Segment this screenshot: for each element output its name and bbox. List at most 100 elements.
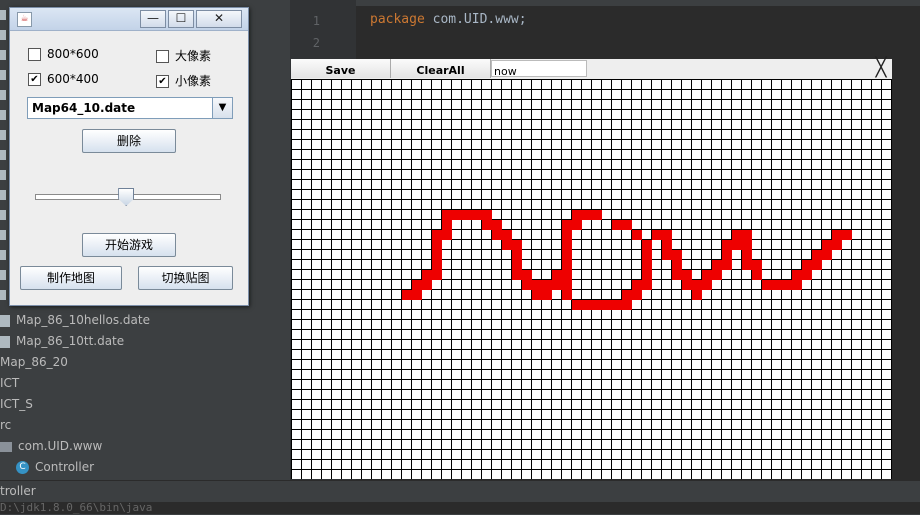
filled-cell[interactable] bbox=[562, 220, 572, 230]
filled-cell[interactable] bbox=[642, 240, 652, 250]
filled-cell[interactable] bbox=[472, 210, 482, 220]
filled-cell[interactable] bbox=[632, 280, 642, 290]
filled-cell[interactable] bbox=[742, 260, 752, 270]
filled-cell[interactable] bbox=[702, 270, 712, 280]
filled-cell[interactable] bbox=[662, 250, 672, 260]
filled-cell[interactable] bbox=[552, 270, 562, 280]
filled-cell[interactable] bbox=[562, 280, 572, 290]
filled-cell[interactable] bbox=[802, 270, 812, 280]
filled-cell[interactable] bbox=[442, 230, 452, 240]
filled-cell[interactable] bbox=[712, 270, 722, 280]
filled-cell[interactable] bbox=[502, 230, 512, 240]
filled-cell[interactable] bbox=[522, 270, 532, 280]
filled-cell[interactable] bbox=[562, 270, 572, 280]
filled-cell[interactable] bbox=[662, 240, 672, 250]
filled-cell[interactable] bbox=[522, 280, 532, 290]
maximize-button[interactable]: ☐ bbox=[168, 10, 194, 28]
filled-cell[interactable] bbox=[512, 250, 522, 260]
clear-all-button[interactable]: ClearAll bbox=[391, 59, 491, 78]
filled-cell[interactable] bbox=[732, 230, 742, 240]
filled-cell[interactable] bbox=[742, 230, 752, 240]
window-titlebar[interactable]: ☕ — ☐ ✕ bbox=[10, 8, 248, 31]
map-file-dropdown[interactable]: Map64_10.date ▼ bbox=[27, 97, 233, 119]
filled-cell[interactable] bbox=[642, 250, 652, 260]
filled-cell[interactable] bbox=[442, 210, 452, 220]
filled-cell[interactable] bbox=[512, 260, 522, 270]
filled-cell[interactable] bbox=[572, 220, 582, 230]
filled-cell[interactable] bbox=[672, 250, 682, 260]
filled-cell[interactable] bbox=[752, 260, 762, 270]
filled-cell[interactable] bbox=[672, 260, 682, 270]
filled-cell[interactable] bbox=[432, 260, 442, 270]
filled-cell[interactable] bbox=[432, 250, 442, 260]
filled-cell[interactable] bbox=[582, 300, 592, 310]
filled-cell[interactable] bbox=[742, 250, 752, 260]
slider-thumb[interactable] bbox=[118, 188, 135, 206]
filled-cell[interactable] bbox=[832, 230, 842, 240]
filled-cell[interactable] bbox=[592, 210, 602, 220]
filled-cell[interactable] bbox=[432, 270, 442, 280]
filled-cell[interactable] bbox=[562, 250, 572, 260]
filled-cell[interactable] bbox=[532, 290, 542, 300]
filled-cell[interactable] bbox=[462, 210, 472, 220]
run-tab-label[interactable]: troller bbox=[0, 484, 36, 498]
filled-cell[interactable] bbox=[792, 270, 802, 280]
checkbox-600x400[interactable]: ✔ 600*400 bbox=[28, 72, 99, 86]
start-game-button[interactable]: 开始游戏 bbox=[82, 233, 176, 257]
filled-cell[interactable] bbox=[572, 300, 582, 310]
filled-cell[interactable] bbox=[582, 210, 592, 220]
filled-cell[interactable] bbox=[412, 290, 422, 300]
filled-cell[interactable] bbox=[752, 270, 762, 280]
close-icon[interactable]: ╳ bbox=[871, 59, 891, 78]
filled-cell[interactable] bbox=[722, 240, 732, 250]
tree-item[interactable]: C Controller bbox=[16, 457, 94, 477]
filled-cell[interactable] bbox=[682, 270, 692, 280]
filled-cell[interactable] bbox=[682, 280, 692, 290]
filled-cell[interactable] bbox=[562, 240, 572, 250]
filled-cell[interactable] bbox=[492, 230, 502, 240]
filled-cell[interactable] bbox=[612, 300, 622, 310]
filled-cell[interactable] bbox=[422, 270, 432, 280]
minimize-button[interactable]: — bbox=[140, 10, 166, 28]
filled-cell[interactable] bbox=[602, 300, 612, 310]
checkbox-small-pixel[interactable]: ✔ 小像素 bbox=[156, 72, 211, 89]
filled-cell[interactable] bbox=[632, 290, 642, 300]
filled-cell[interactable] bbox=[622, 290, 632, 300]
checkbox-large-pixel[interactable]: 大像素 bbox=[156, 47, 211, 64]
filled-cell[interactable] bbox=[762, 280, 772, 290]
filled-cell[interactable] bbox=[822, 240, 832, 250]
filled-cell[interactable] bbox=[622, 300, 632, 310]
make-map-button[interactable]: 制作地图 bbox=[20, 266, 122, 290]
tree-item[interactable]: ICT_S bbox=[0, 394, 33, 414]
filled-cell[interactable] bbox=[562, 260, 572, 270]
filled-cell[interactable] bbox=[572, 210, 582, 220]
filled-cell[interactable] bbox=[812, 260, 822, 270]
delete-button[interactable]: 删除 bbox=[82, 129, 176, 153]
filled-cell[interactable] bbox=[502, 240, 512, 250]
filled-cell[interactable] bbox=[452, 210, 462, 220]
filled-cell[interactable] bbox=[802, 260, 812, 270]
switch-texture-button[interactable]: 切换贴图 bbox=[138, 266, 233, 290]
checkbox-800x600[interactable]: 800*600 bbox=[28, 47, 99, 61]
tree-item[interactable]: rc bbox=[0, 415, 11, 435]
tree-item[interactable]: Map_86_10hellos.date bbox=[0, 310, 150, 330]
filled-cell[interactable] bbox=[402, 290, 412, 300]
filled-cell[interactable] bbox=[422, 280, 432, 290]
filled-cell[interactable] bbox=[642, 270, 652, 280]
filled-cell[interactable] bbox=[782, 280, 792, 290]
filled-cell[interactable] bbox=[532, 280, 542, 290]
filled-cell[interactable] bbox=[822, 250, 832, 260]
filled-cell[interactable] bbox=[432, 230, 442, 240]
filled-cell[interactable] bbox=[702, 280, 712, 290]
filled-cell[interactable] bbox=[812, 250, 822, 260]
filled-cell[interactable] bbox=[542, 290, 552, 300]
filled-cell[interactable] bbox=[562, 290, 572, 300]
filled-cell[interactable] bbox=[722, 250, 732, 260]
filled-cell[interactable] bbox=[552, 280, 562, 290]
filled-cell[interactable] bbox=[652, 230, 662, 240]
filled-cell[interactable] bbox=[692, 290, 702, 300]
filled-cell[interactable] bbox=[542, 280, 552, 290]
filled-cell[interactable] bbox=[612, 220, 622, 230]
filled-cell[interactable] bbox=[622, 220, 632, 230]
filled-cell[interactable] bbox=[712, 260, 722, 270]
